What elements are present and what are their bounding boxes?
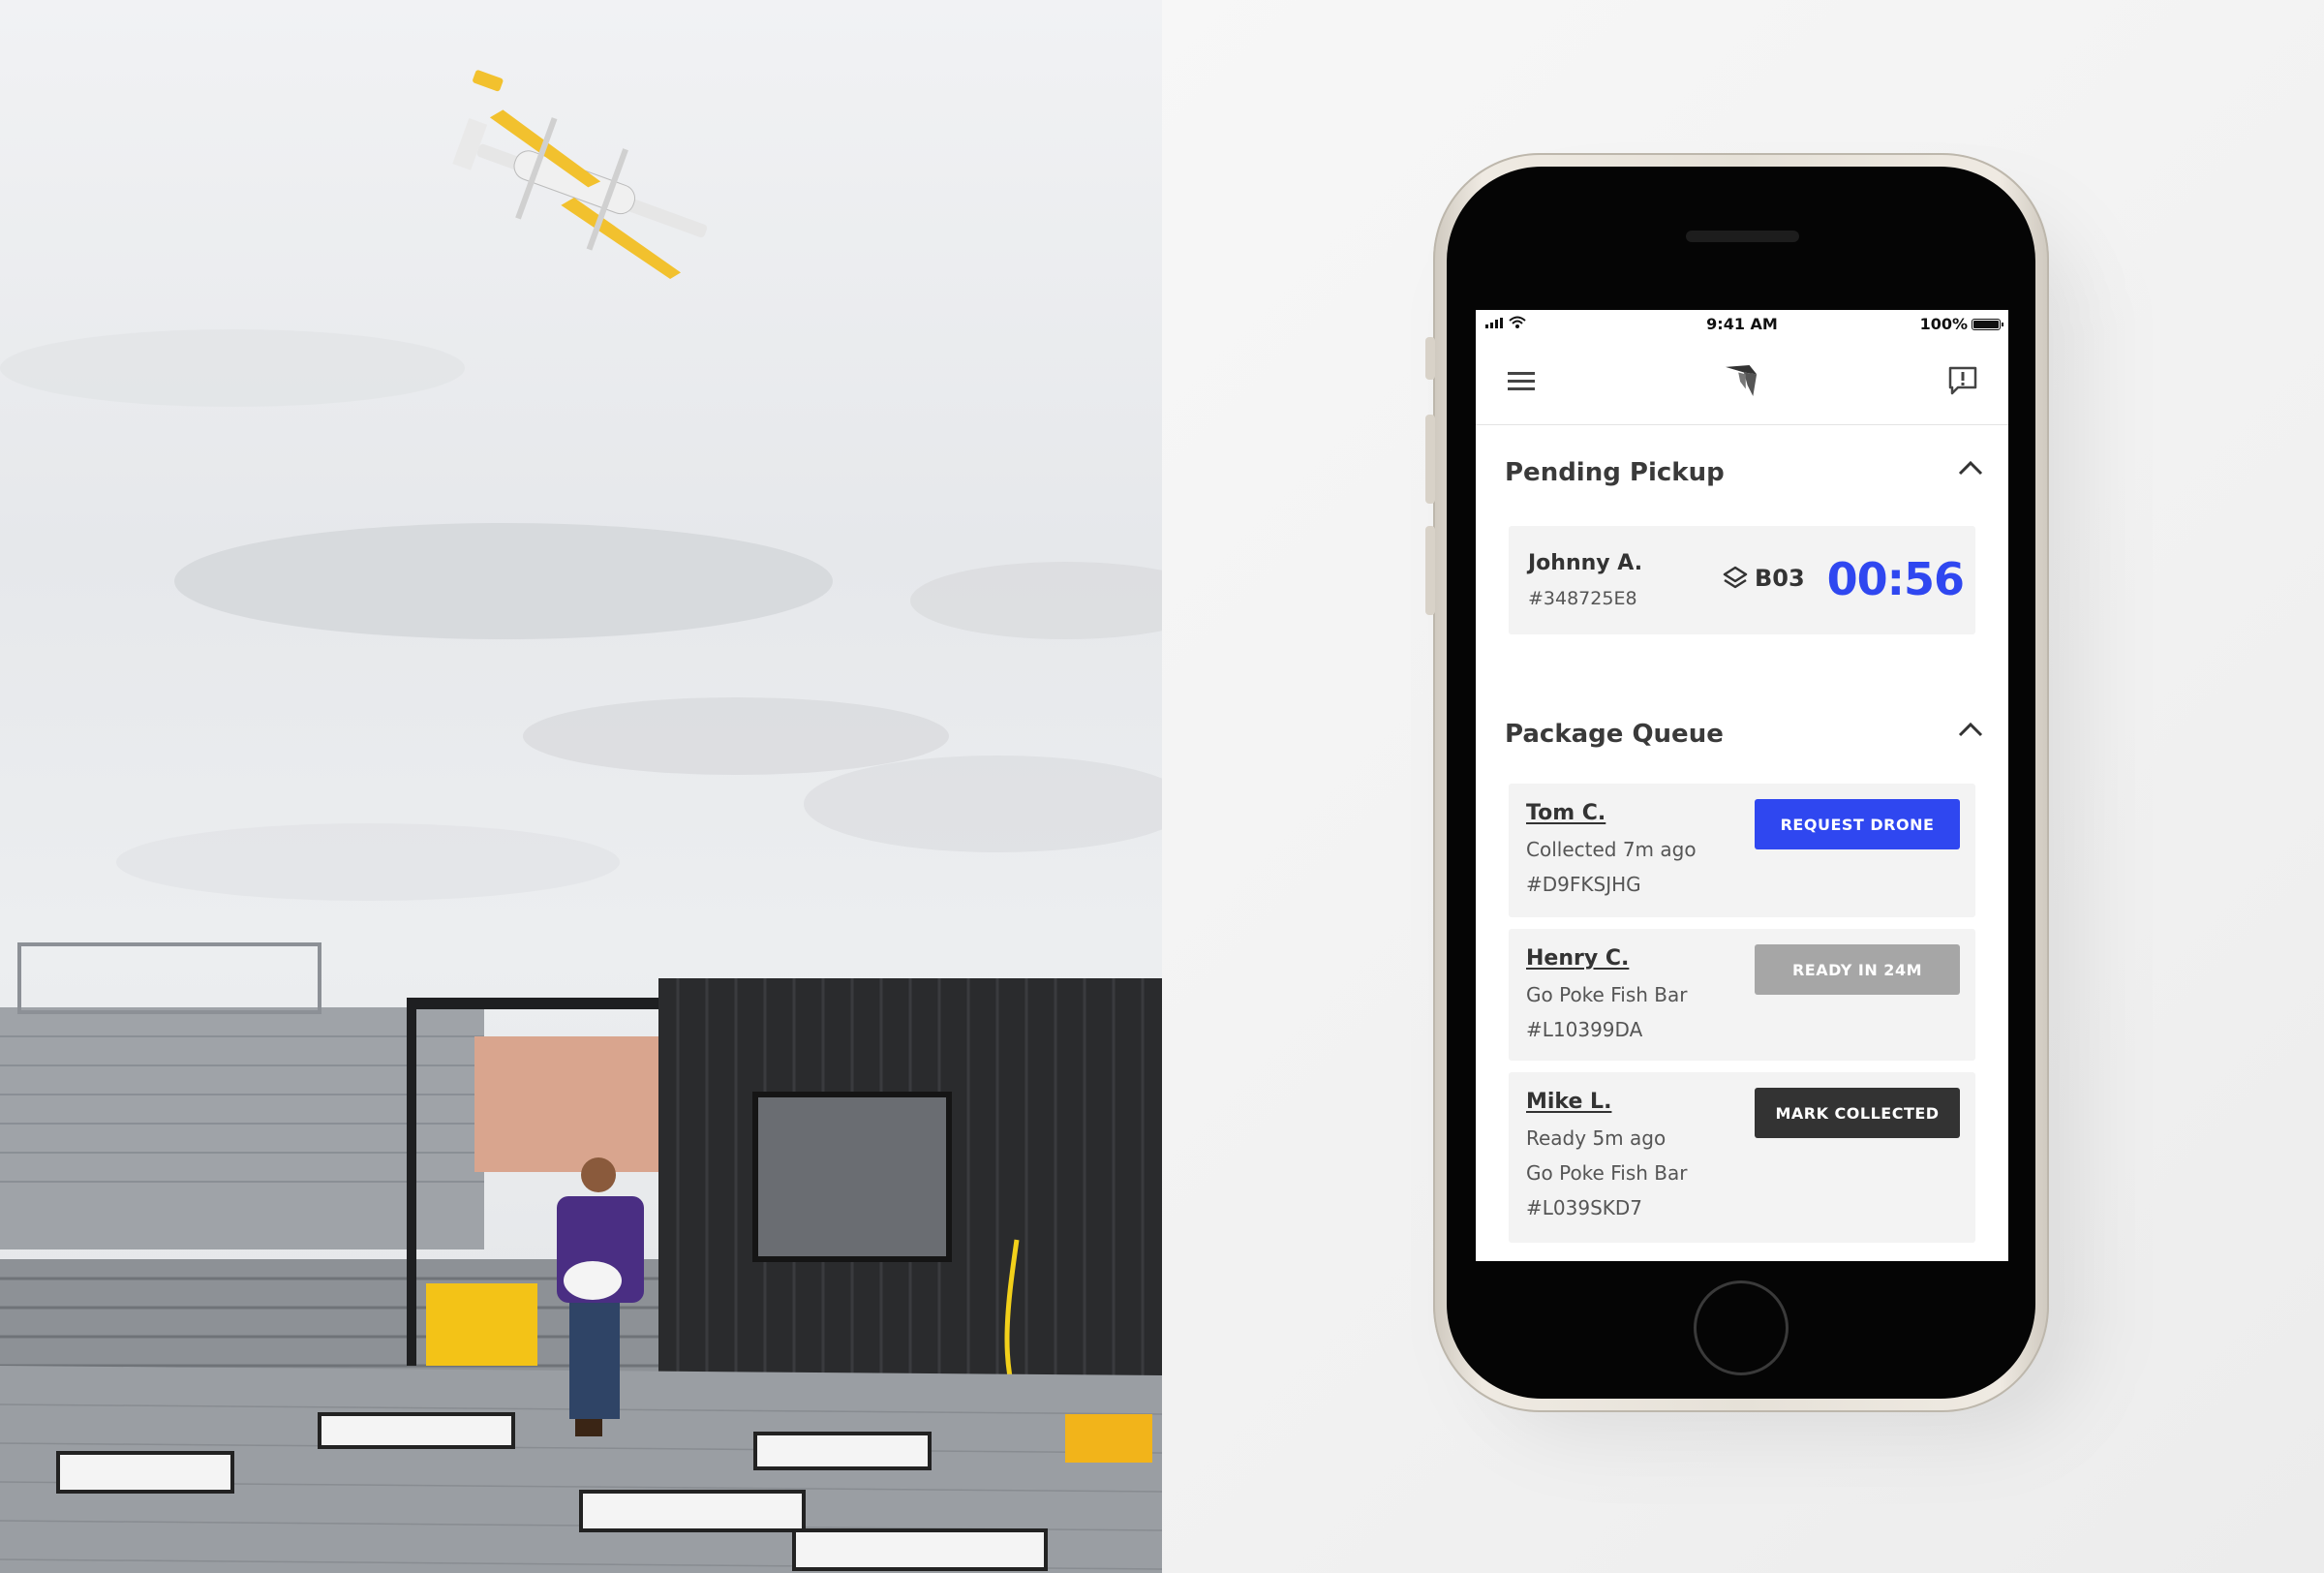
restaurant-name: Go Poke Fish Bar [1526, 983, 1688, 1006]
menu-button[interactable] [1505, 364, 1538, 397]
pending-pickup-header[interactable]: Pending Pickup [1476, 435, 2008, 510]
restaurant-name: Go Poke Fish Bar [1526, 1161, 1688, 1185]
feedback-button[interactable] [1946, 364, 1979, 397]
package-queue-header[interactable]: Package Queue [1476, 696, 2008, 772]
rooftop-drone-photo [0, 0, 1162, 1573]
order-id: #348725E8 [1528, 588, 1637, 609]
section-title: Package Queue [1505, 720, 1724, 749]
mark-collected-button[interactable]: MARK COLLECTED [1755, 1088, 1960, 1138]
hamburger-menu-icon [1508, 372, 1535, 390]
battery-percent: 100% [1919, 315, 1968, 333]
item-status: Ready 5m ago [1526, 1126, 1667, 1150]
bay-number: B03 [1755, 565, 1805, 592]
volume-up-button [1425, 415, 1435, 504]
pending-pickup-card[interactable]: Johnny A. #348725E8 B03 00:56 [1509, 526, 1975, 634]
queue-item[interactable]: Tom C. Collected 7m ago #D9FKSJHG REQUES… [1509, 784, 1975, 917]
mute-switch [1425, 337, 1435, 380]
customer-name[interactable]: Tom C. [1526, 801, 1605, 825]
customer-name[interactable]: Mike L. [1526, 1090, 1611, 1114]
status-bar: 9:41 AM 100% [1476, 310, 2008, 337]
request-drone-button[interactable]: REQUEST DRONE [1755, 799, 1960, 849]
wing-logo-icon [1726, 364, 1758, 397]
volume-down-button [1425, 526, 1435, 615]
battery-indicator: 100% [1919, 315, 2003, 333]
pickup-timer: 00:56 [1826, 553, 1965, 605]
photo-illustration [0, 70, 1162, 1573]
earpiece-speaker [1686, 231, 1799, 242]
drone [452, 70, 708, 280]
chevron-up-icon[interactable] [1958, 722, 1983, 737]
app-screen: 9:41 AM 100% Pending Pickup Johnny A. #3… [1476, 310, 2008, 1261]
queue-item[interactable]: Mike L. Ready 5m ago Go Poke Fish Bar #L… [1509, 1072, 1975, 1243]
ready-in-button[interactable]: READY IN 24M [1755, 944, 1960, 995]
app-navbar [1476, 337, 2008, 425]
section-title: Pending Pickup [1505, 458, 1725, 487]
bay-label: B03 [1722, 565, 1805, 592]
customer-name[interactable]: Henry C. [1526, 946, 1629, 971]
feedback-icon [1948, 366, 1977, 395]
order-id: #D9FKSJHG [1526, 873, 1641, 896]
battery-icon [1972, 318, 2003, 330]
customer-name: Johnny A. [1528, 551, 1643, 575]
chevron-up-icon[interactable] [1958, 460, 1983, 476]
home-button[interactable] [1694, 1280, 1789, 1375]
app-logo[interactable] [1726, 364, 1758, 397]
item-status: Collected 7m ago [1526, 838, 1697, 861]
order-id: #L039SKD7 [1526, 1196, 1643, 1219]
queue-item[interactable]: Henry C. Go Poke Fish Bar #L10399DA READ… [1509, 929, 1975, 1061]
order-id: #L10399DA [1526, 1018, 1643, 1041]
layers-icon [1723, 566, 1748, 589]
